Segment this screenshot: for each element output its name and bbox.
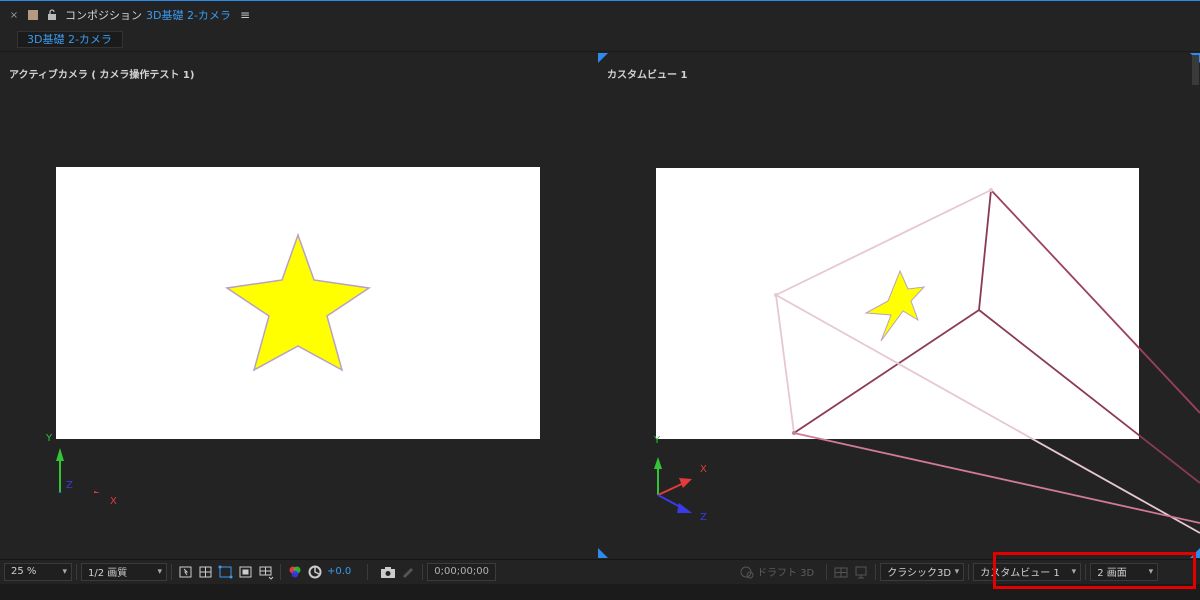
- left-axis-x-label: X: [110, 496, 117, 507]
- left-axis-gizmo: [56, 448, 100, 493]
- composition-color-swatch: [28, 10, 38, 20]
- chevron-down-icon: ▾: [954, 566, 960, 577]
- toolbar-divider: [968, 563, 970, 580]
- draft-3d-label: ドラフト 3D: [756, 568, 815, 579]
- 3d-ground-plane-icon[interactable]: [833, 564, 849, 580]
- left-axis-z-label: Z: [66, 480, 73, 491]
- resolution-value: 1/2 画質: [88, 568, 128, 579]
- chevron-down-icon: ▾: [157, 566, 162, 577]
- left-axis-y-label: Y: [46, 433, 53, 444]
- chevron-down-icon: ▾: [62, 566, 67, 577]
- close-panel-icon[interactable]: ×: [8, 10, 20, 21]
- resolution-dropdown[interactable]: 1/2 画質 ▾: [81, 562, 167, 581]
- star-layer: [224, 232, 372, 372]
- zoom-value: 25 %: [11, 566, 37, 577]
- star-layer-perspective: [864, 269, 926, 342]
- draft-3d-toggle[interactable]: ドラフト 3D: [737, 564, 814, 580]
- toolbar-divider: [875, 563, 877, 580]
- toolbar-divider: [76, 563, 77, 580]
- composition-panel-header: × コンポジション 3D基礎 2-カメラ ≡ 3D基礎 2-カメラ: [0, 0, 1200, 52]
- current-time-display[interactable]: 0;00;00;00: [427, 562, 496, 581]
- panel-title: コンポジション: [65, 9, 142, 22]
- left-viewport[interactable]: アクティブカメラ ( カメラ操作テスト 1) Y Z X: [0, 53, 598, 558]
- draft-3d-icon: [739, 564, 755, 580]
- region-of-interest-icon[interactable]: [238, 564, 254, 580]
- right-axis-y-label: Y: [654, 435, 661, 446]
- panel-menu-icon[interactable]: ≡: [240, 8, 250, 22]
- composition-tab[interactable]: 3D基礎 2-カメラ: [17, 31, 123, 48]
- left-viewport-label: アクティブカメラ ( カメラ操作テスト 1): [9, 70, 195, 81]
- toolbar-divider: [171, 563, 172, 580]
- toolbar-divider: [280, 563, 281, 580]
- reset-exposure-icon[interactable]: [307, 564, 323, 580]
- right-axis-x-label: X: [700, 464, 707, 475]
- camera-snapshot-icon[interactable]: [380, 564, 396, 580]
- renderer-value: クラシック3D: [887, 568, 952, 579]
- extended-viewer-icon[interactable]: [853, 564, 869, 580]
- lock-icon[interactable]: [47, 9, 57, 21]
- right-axis-gizmo: [654, 457, 692, 513]
- color-channel-icon[interactable]: [287, 564, 303, 580]
- transparency-grid-icon[interactable]: [198, 564, 214, 580]
- fast-previews-icon[interactable]: [178, 564, 194, 580]
- right-axis-z-label: Z: [700, 512, 707, 523]
- show-snapshot-icon[interactable]: [400, 564, 416, 580]
- zoom-dropdown[interactable]: 25 % ▾: [4, 562, 72, 581]
- right-viewport[interactable]: カスタムビュー 1 Y X Z: [598, 53, 1200, 558]
- renderer-dropdown[interactable]: クラシック3D ▾: [880, 562, 965, 581]
- composition-name: 3D基礎 2-カメラ: [146, 9, 231, 22]
- exposure-value[interactable]: +0.0: [327, 566, 351, 577]
- toolbar-divider: [367, 563, 369, 580]
- annotation-highlight-box: [993, 552, 1196, 589]
- left-composition-canvas: [56, 167, 540, 439]
- toolbar-divider: [826, 563, 828, 580]
- toolbar-divider: [422, 563, 424, 580]
- panel-tab-row: × コンポジション 3D基礎 2-カメラ ≡: [0, 5, 250, 25]
- grid-guides-icon[interactable]: [258, 564, 274, 580]
- mask-path-visibility-icon[interactable]: [218, 564, 234, 580]
